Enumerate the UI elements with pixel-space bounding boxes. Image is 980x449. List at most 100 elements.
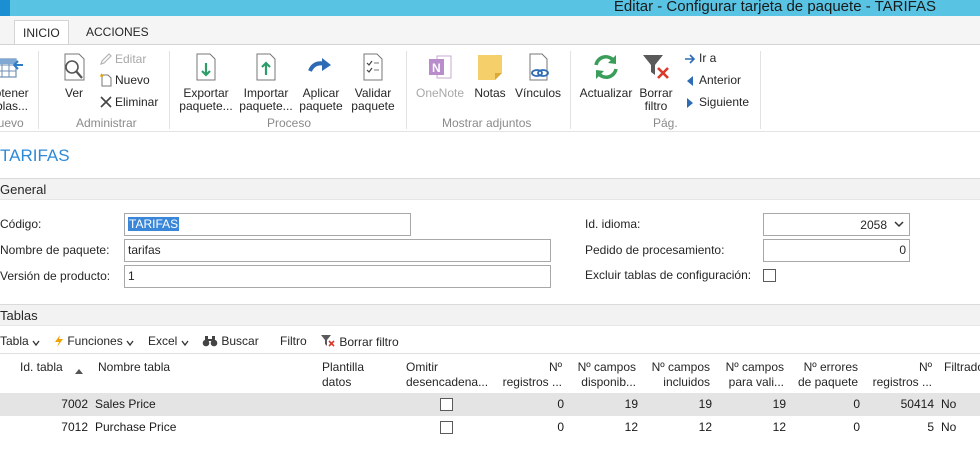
col-filtrado[interactable]: Filtrado [944, 360, 980, 375]
x-delete-icon [98, 95, 114, 111]
edit-label: Editar [115, 52, 147, 66]
excel-menu-button[interactable]: Excel [148, 334, 189, 348]
import-package-button[interactable]: Importar paquete... [238, 51, 294, 113]
col-num-registros-2[interactable]: Nº registros ... [866, 360, 932, 390]
cell-nombre: Purchase Price [95, 420, 177, 434]
product-version-label: Versión de producto: [0, 269, 111, 283]
col-id-tabla[interactable]: Id. tabla [20, 360, 63, 375]
table-menu-button[interactable]: Tabla [0, 334, 40, 348]
get-tables-button[interactable]: Obtener tablas... [0, 51, 32, 113]
lightning-icon [55, 335, 63, 347]
next-button[interactable]: Siguiente [682, 92, 749, 112]
language-id-select[interactable]: 2058 [763, 213, 910, 236]
table-row[interactable]: 7002 Sales Price 0 19 19 19 0 50414 No [0, 393, 980, 416]
col-campos-validacion[interactable]: Nº campos para vali... [718, 360, 784, 390]
new-button[interactable]: Nuevo [98, 70, 150, 90]
get-tables-label-1: Obtener [0, 86, 29, 100]
export-package-button[interactable]: Exportar paquete... [178, 51, 234, 113]
col-nreg2-l1: Nº [918, 360, 932, 374]
col-nombre-tabla[interactable]: Nombre tabla [98, 360, 170, 375]
cell-omitir-checkbox[interactable] [440, 421, 453, 434]
checklist-icon [363, 53, 383, 81]
ribbon-separator [570, 51, 571, 129]
sticky-note-icon [478, 55, 502, 80]
view-label: Ver [64, 86, 83, 100]
group-label-administrar: Administrar [76, 116, 137, 130]
col-incl-l1: Nº campos [651, 360, 710, 374]
apply-package-button[interactable]: Aplicar paquete [297, 51, 345, 113]
tab-acciones[interactable]: ACCIONES [78, 20, 157, 44]
cell-nreg2: 50414 [900, 397, 934, 411]
cell-nreg2: 5 [927, 420, 934, 434]
section-tables-label: Tablas [0, 308, 38, 323]
notes-label: Notas [474, 86, 506, 100]
find-label: Buscar [221, 334, 259, 348]
sort-ascending-icon[interactable] [74, 368, 84, 374]
previous-button[interactable]: Anterior [682, 70, 741, 90]
svg-text:N: N [432, 61, 441, 75]
table-row[interactable]: 7012 Purchase Price 0 12 12 12 0 5 No [0, 416, 980, 439]
tables-grid-header: Id. tabla Nombre tabla Plantilla datos Om… [0, 353, 980, 393]
cell-vali: 12 [772, 420, 786, 434]
delete-label: Eliminar [115, 95, 159, 109]
col-omitir[interactable]: Omitir desencadena... [406, 360, 488, 390]
functions-menu-button[interactable]: Funciones [54, 334, 134, 348]
cell-omitir-checkbox[interactable] [440, 398, 453, 411]
validate-label-1: Validar [354, 86, 392, 100]
cell-nombre: Sales Price [95, 397, 156, 411]
clear-filter-icon [643, 55, 669, 79]
cell-err: 0 [853, 420, 860, 434]
refresh-button[interactable]: Actualizar [578, 51, 634, 100]
code-field[interactable]: TARIFAS [124, 213, 411, 236]
cell-nreg: 0 [557, 397, 564, 411]
links-button[interactable]: Vínculos [514, 51, 562, 100]
col-plantilla-datos[interactable]: Plantilla datos [322, 360, 364, 390]
col-num-registros[interactable]: Nº registros ... [498, 360, 562, 390]
col-campos-disponibles[interactable]: Nº campos disponib... [570, 360, 636, 390]
clear-filter-label-1: Borrar [639, 86, 673, 100]
package-name-field[interactable]: tarifas [124, 239, 551, 262]
col-incl-l2: incluidos [663, 375, 710, 389]
refresh-icon [594, 55, 618, 79]
clear-filter-button[interactable]: Borrar filtro [636, 51, 676, 113]
col-nreg-l1: Nº [548, 360, 562, 374]
onenote-button[interactable]: N OneNote [414, 51, 466, 100]
chevron-down-icon [126, 340, 134, 347]
onenote-label: OneNote [415, 86, 465, 100]
apply-label-1: Aplicar [302, 86, 340, 100]
col-vali-l1: Nº campos [725, 360, 784, 374]
goto-button[interactable]: Ir a [682, 48, 716, 68]
validate-label-2: paquete [351, 99, 395, 113]
chevron-down-icon [32, 340, 40, 347]
chevron-down-icon [181, 340, 189, 347]
processing-order-field[interactable]: 0 [763, 239, 910, 262]
exclude-config-tables-checkbox[interactable] [763, 269, 776, 282]
onenote-icon: N [429, 55, 452, 79]
cell-disp: 12 [624, 420, 638, 434]
validate-package-button[interactable]: Validar paquete [349, 51, 397, 113]
ribbon-separator [38, 51, 39, 129]
section-tables-header[interactable]: Tablas [0, 304, 980, 326]
col-campos-incluidos[interactable]: Nº campos incluidos [644, 360, 710, 390]
col-errores-paquete[interactable]: Nº errores de paquete [792, 360, 858, 390]
find-button[interactable]: Buscar [202, 334, 259, 348]
new-label: Nuevo [115, 73, 150, 87]
delete-button[interactable]: Eliminar [98, 92, 158, 112]
col-err-l1: Nº errores [803, 360, 858, 374]
tab-inicio[interactable]: INICIO [14, 20, 69, 45]
notes-button[interactable]: Notas [470, 51, 510, 100]
app-menu-notch[interactable] [0, 0, 10, 16]
product-version-field[interactable]: 1 [124, 265, 551, 288]
edit-button[interactable]: Editar [98, 49, 146, 69]
previous-label: Anterior [699, 73, 742, 87]
chevron-down-icon [894, 221, 904, 228]
package-name-label: Nombre de paquete: [0, 243, 110, 257]
table-clear-filter-button[interactable]: Borrar filtro [320, 334, 399, 349]
filter-button[interactable]: Filtro [280, 334, 307, 348]
section-general-header[interactable]: General [0, 178, 980, 200]
import-label-1: Importar [243, 86, 289, 100]
refresh-label: Actualizar [579, 86, 633, 100]
export-label-2: paquete... [179, 99, 233, 113]
view-button[interactable]: Ver [56, 51, 92, 100]
ribbon: Obtener tablas... Nuevo Ver Editar Nuevo… [0, 44, 980, 132]
